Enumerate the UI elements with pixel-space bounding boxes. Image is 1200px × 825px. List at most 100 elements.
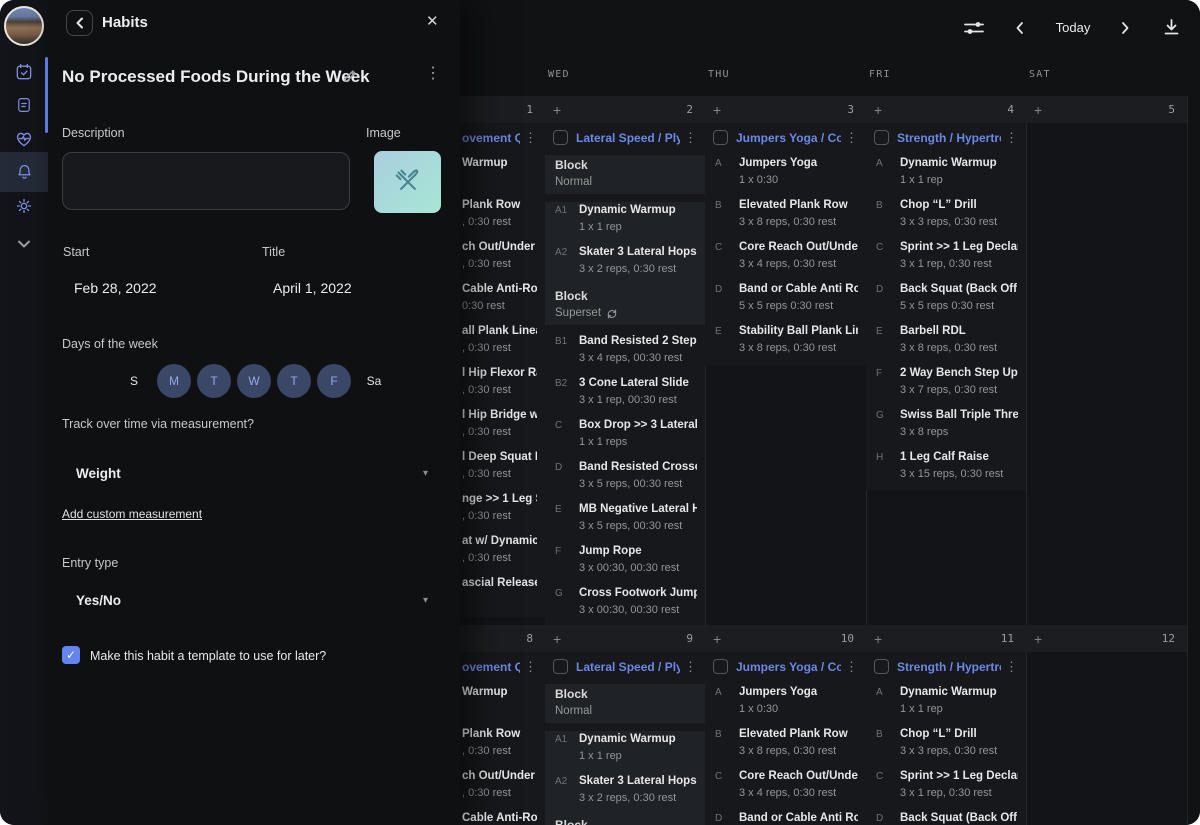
exercise-row[interactable]: DBand or Cable Anti Rotati... [705,810,866,825]
exercise-row[interactable]: l Hip Bridge w/ ..., 0:30 rest [460,407,545,449]
exercise-row[interactable]: GSwiss Ball Triple Threat3 x 8 reps [866,407,1026,449]
workout-menu-icon[interactable]: ⋮ [524,659,537,675]
edit-title-button[interactable] [342,68,358,89]
exercise-row[interactable]: F2 Way Bench Step Up3 x 7 reps, 0:30 res… [866,365,1026,407]
add-workout-button[interactable]: + [713,103,721,117]
workout-menu-icon[interactable]: ⋮ [1005,659,1018,675]
exercise-row[interactable]: AJumpers Yoga1 x 0:30 [705,684,866,726]
workout-menu-icon[interactable]: ⋮ [1005,130,1018,146]
day-toggle-F[interactable]: F [317,364,351,398]
close-icon[interactable]: ✕ [426,12,439,30]
exercise-row[interactable]: EBarbell RDL3 x 8 reps, 0:30 rest [866,323,1026,365]
avatar[interactable] [4,6,44,46]
exercise-row[interactable]: CSprint >> 1 Leg Declarations3 x 1 rep, … [866,768,1026,810]
exercise-row[interactable]: CBox Drop >> 3 Lateral H...1 x 1 reps [545,417,705,459]
workout-title[interactable]: Jumpers Yoga / Core [736,131,841,145]
measurement-select[interactable]: Weight [76,466,121,481]
workout-menu-icon[interactable]: ⋮ [684,659,697,675]
start-date-value[interactable]: Feb 28, 2022 [74,280,157,296]
sidebar-item-settings[interactable] [0,188,48,224]
chevron-down-icon[interactable]: ▾ [423,468,428,479]
day-toggle-T[interactable]: T [277,364,311,398]
sidebar-item-notes[interactable] [0,87,48,123]
exercise-row[interactable]: CCore Reach Out/Under3 x 4 reps, 0:30 re… [705,239,866,281]
workout-menu-icon[interactable]: ⋮ [845,659,858,675]
end-date-value[interactable]: April 1, 2022 [273,280,352,296]
exercise-row[interactable]: EMB Negative Lateral Hop...3 x 5 reps, 0… [545,501,705,543]
workout-checkbox[interactable] [553,130,568,145]
sidebar-item-schedule[interactable] [0,54,48,90]
chevron-down-icon[interactable]: ▾ [423,595,428,606]
exercise-row[interactable]: Warmup [460,684,545,726]
exercise-row[interactable]: Plank Row, 0:30 rest [460,197,545,239]
exercise-row[interactable]: at w/ Dynamic P..., 0:30 rest [460,533,545,575]
prev-week-button[interactable] [1013,20,1027,36]
workout-title[interactable]: ovement Q... [462,660,520,674]
exercise-row[interactable]: ch Out/Under, 0:30 rest [460,239,545,281]
exercise-row[interactable]: ADynamic Warmup1 x 1 rep [866,155,1026,197]
day-toggle-M[interactable]: M [157,364,191,398]
exercise-row[interactable]: DBack Squat (Back Off Set) [866,810,1026,825]
exercise-row[interactable]: BChop “L” Drill3 x 3 reps, 0:30 rest [866,197,1026,239]
export-button[interactable] [1162,17,1181,37]
today-button[interactable]: Today [1045,20,1101,35]
exercise-row[interactable]: H1 Leg Calf Raise3 x 15 reps, 0:30 rest [866,449,1026,491]
exercise-row[interactable]: A2Skater 3 Lateral Hops >> ...3 x 2 reps… [545,773,705,815]
exercise-row[interactable]: ch Out/Under, 0:30 rest [460,768,545,810]
exercise-row[interactable]: GCross Footwork Jump Rope3 x 00:30, 00:3… [545,585,705,625]
exercise-row[interactable]: A1Dynamic Warmup1 x 1 rep [545,731,705,773]
workout-menu-icon[interactable]: ⋮ [684,130,697,146]
add-workout-button[interactable]: + [874,632,882,646]
sidebar-item-notifications[interactable] [0,152,48,192]
sidebar-item-more[interactable] [0,226,48,262]
workout-title[interactable]: ovement Q... [462,131,520,145]
exercise-row[interactable]: CSprint >> 1 Leg Declarations3 x 1 rep, … [866,239,1026,281]
exercise-row[interactable]: BElevated Plank Row3 x 8 reps, 0:30 rest [705,197,866,239]
day-toggle-W[interactable]: W [237,364,271,398]
exercise-row[interactable]: Cable Anti-Rotati... [460,810,545,825]
exercise-row[interactable]: BElevated Plank Row3 x 8 reps, 0:30 rest [705,726,866,768]
exercise-row[interactable]: CCore Reach Out/Under3 x 4 reps, 0:30 re… [705,768,866,810]
template-checkbox[interactable]: ✓ [62,646,80,664]
workout-title[interactable]: Lateral Speed / Plyo [576,660,680,674]
add-workout-button[interactable]: + [1034,103,1042,117]
exercise-row[interactable]: all Plank Linear ..., 0:30 rest [460,323,545,365]
workout-checkbox[interactable] [713,130,728,145]
add-workout-button[interactable]: + [1034,632,1042,646]
workout-title[interactable]: Strength / Hypertro... [897,131,1001,145]
exercise-row[interactable]: EStability Ball Plank Linear ...3 x 8 re… [705,323,866,365]
back-button[interactable] [66,10,93,36]
exercise-row[interactable]: A1Dynamic Warmup1 x 1 rep [545,202,705,244]
day-toggle-T[interactable]: T [197,364,231,398]
workout-checkbox[interactable] [713,659,728,674]
exercise-row[interactable]: DBack Squat (Back Off Set)5 x 5 reps 0:3… [866,281,1026,323]
habit-image-tile[interactable] [374,151,441,213]
exercise-row[interactable]: l Deep Squat Mo..., 0:30 rest [460,449,545,491]
exercise-row[interactable]: B23 Cone Lateral Slide3 x 1 rep, 00:30 r… [545,375,705,417]
exercise-row[interactable]: ADynamic Warmup1 x 1 rep [866,684,1026,726]
exercise-row[interactable]: Warmup [460,155,545,197]
description-input[interactable] [62,152,350,210]
exercise-row[interactable]: B1Band Resisted 2 Step Late...3 x 4 reps… [545,333,705,375]
habit-menu-icon[interactable]: ⋮ [425,63,441,83]
exercise-row[interactable]: nge >> 1 Leg St..., 0:30 rest [460,491,545,533]
workout-checkbox[interactable] [553,659,568,674]
exercise-row[interactable]: DBand Resisted Crossover...3 x 5 reps, 0… [545,459,705,501]
workout-checkbox[interactable] [874,659,889,674]
exercise-row[interactable]: Cable Anti-Rotati...0:30 rest [460,281,545,323]
next-week-button[interactable] [1118,20,1132,36]
add-custom-measurement-link[interactable]: Add custom measurement [62,507,202,521]
filters-button[interactable] [962,18,986,38]
add-workout-button[interactable]: + [874,103,882,117]
exercise-row[interactable]: Plank Row, 0:30 rest [460,726,545,768]
exercise-row[interactable]: ascial Release C... [460,575,545,617]
exercise-row[interactable]: l Hip Flexor Rais..., 0:30 rest [460,365,545,407]
add-workout-button[interactable]: + [553,103,561,117]
exercise-row[interactable]: AJumpers Yoga1 x 0:30 [705,155,866,197]
workout-title[interactable]: Jumpers Yoga / Core [736,660,841,674]
workout-title[interactable]: Lateral Speed / Plyo [576,131,680,145]
exercise-row[interactable]: BChop “L” Drill3 x 3 reps, 0:30 rest [866,726,1026,768]
exercise-row[interactable]: A2Skater 3 Lateral Hops >> ...3 x 2 reps… [545,244,705,286]
add-workout-button[interactable]: + [553,632,561,646]
entry-type-select[interactable]: Yes/No [76,593,121,608]
